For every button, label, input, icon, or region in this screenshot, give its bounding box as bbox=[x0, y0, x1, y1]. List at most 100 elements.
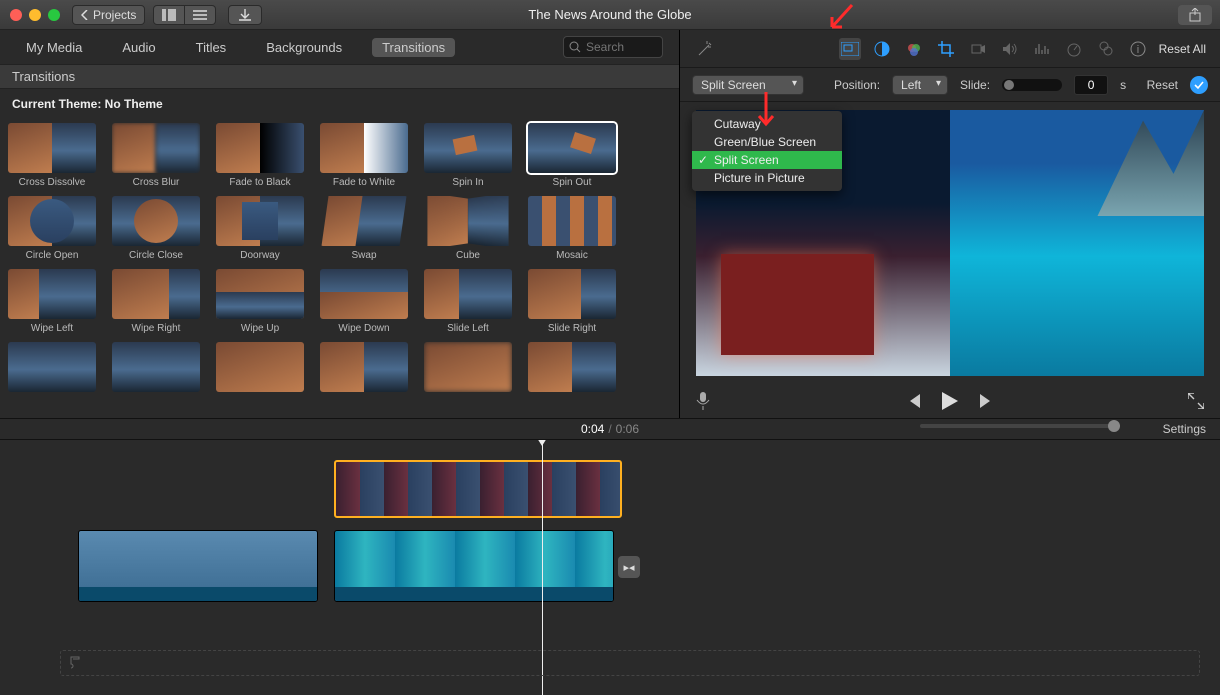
playback-bar bbox=[680, 384, 1220, 418]
title-bar: Projects The News Around the Globe bbox=[0, 0, 1220, 30]
viewer-pane: i Reset All Split Screen Cutaway Green/B… bbox=[680, 30, 1220, 418]
tab-titles[interactable]: Titles bbox=[186, 38, 237, 57]
overlay-mode-dropdown: Cutaway Green/Blue Screen Split Screen P… bbox=[692, 111, 842, 191]
reset-all-button[interactable]: Reset All bbox=[1159, 42, 1206, 56]
transition-item[interactable]: Cube bbox=[424, 196, 512, 261]
transitions-grid: Cross Dissolve Cross Blur Fade to Black … bbox=[0, 119, 679, 418]
share-icon bbox=[1188, 8, 1202, 22]
transition-item[interactable] bbox=[112, 342, 200, 392]
transition-item[interactable]: Circle Open bbox=[8, 196, 96, 261]
transition-item[interactable]: Wipe Up bbox=[216, 269, 304, 334]
browser-subheader: Transitions bbox=[0, 64, 679, 89]
current-time: 0:04 bbox=[581, 422, 604, 436]
overlay-mode-select[interactable]: Split Screen bbox=[692, 75, 804, 95]
tab-backgrounds[interactable]: Backgrounds bbox=[256, 38, 352, 57]
transition-item[interactable] bbox=[528, 342, 616, 392]
color-balance-button[interactable] bbox=[871, 38, 893, 60]
projects-back-button[interactable]: Projects bbox=[72, 5, 145, 25]
volume-button[interactable] bbox=[999, 38, 1021, 60]
expand-icon bbox=[1188, 393, 1204, 409]
slide-value-field[interactable]: 0 bbox=[1074, 75, 1108, 95]
zoom-window-button[interactable] bbox=[48, 9, 60, 21]
timeline-settings-button[interactable]: Settings bbox=[1163, 422, 1206, 436]
tab-audio[interactable]: Audio bbox=[112, 38, 165, 57]
adjustments-toolbar: i Reset All bbox=[680, 30, 1220, 68]
import-button[interactable] bbox=[228, 5, 262, 25]
overlay-clip[interactable] bbox=[334, 460, 622, 518]
filters-button[interactable] bbox=[1095, 38, 1117, 60]
transition-item[interactable]: Fade to Black bbox=[216, 123, 304, 188]
preview-right-half bbox=[950, 110, 1204, 376]
position-label: Position: bbox=[834, 78, 880, 92]
close-window-button[interactable] bbox=[10, 9, 22, 21]
transition-item[interactable]: Fade to White bbox=[320, 123, 408, 188]
timeline-zoom-slider[interactable] bbox=[920, 424, 1120, 428]
transition-item[interactable]: Mosaic bbox=[528, 196, 616, 261]
transition-item[interactable] bbox=[216, 342, 304, 392]
search-field-wrap bbox=[563, 36, 663, 58]
time-display-bar: 0:04 / 0:06 Settings bbox=[0, 418, 1220, 440]
transition-item[interactable]: Slide Right bbox=[528, 269, 616, 334]
voiceover-button[interactable] bbox=[696, 392, 710, 410]
transition-item[interactable]: Doorway bbox=[216, 196, 304, 261]
transition-item[interactable]: Cross Dissolve bbox=[8, 123, 96, 188]
transition-item[interactable]: Wipe Right bbox=[112, 269, 200, 334]
noise-reduction-button[interactable] bbox=[1031, 38, 1053, 60]
position-select[interactable]: Left bbox=[892, 75, 948, 95]
color-correction-button[interactable] bbox=[903, 38, 925, 60]
minimize-window-button[interactable] bbox=[29, 9, 41, 21]
slide-slider[interactable] bbox=[1002, 79, 1062, 91]
dropdown-option-splitscreen[interactable]: Split Screen bbox=[692, 151, 842, 169]
share-button[interactable] bbox=[1178, 5, 1212, 25]
browser-tabs: My Media Audio Titles Backgrounds Transi… bbox=[0, 30, 679, 64]
overlay-reset-button[interactable]: Reset bbox=[1147, 78, 1178, 92]
time-separator: / bbox=[608, 422, 611, 436]
dropdown-option-cutaway[interactable]: Cutaway bbox=[692, 115, 842, 133]
window-controls bbox=[0, 9, 60, 21]
music-note-icon bbox=[67, 656, 81, 670]
dropdown-option-greenscreen[interactable]: Green/Blue Screen bbox=[692, 133, 842, 151]
primary-clip-2[interactable] bbox=[334, 530, 614, 602]
next-clip-button[interactable] bbox=[978, 394, 994, 408]
primary-clip-1[interactable] bbox=[78, 530, 318, 602]
stabilization-button[interactable] bbox=[967, 38, 989, 60]
transition-item[interactable]: Swap bbox=[320, 196, 408, 261]
transition-item[interactable]: Wipe Down bbox=[320, 269, 408, 334]
transition-item[interactable] bbox=[8, 342, 96, 392]
prev-clip-button[interactable] bbox=[906, 394, 922, 408]
play-button[interactable] bbox=[942, 392, 958, 410]
crop-button[interactable] bbox=[935, 38, 957, 60]
dropdown-option-pip[interactable]: Picture in Picture bbox=[692, 169, 842, 187]
transition-item[interactable]: Circle Close bbox=[112, 196, 200, 261]
transition-item[interactable]: Spin Out bbox=[528, 123, 616, 188]
window-title: The News Around the Globe bbox=[528, 7, 691, 22]
audio-track[interactable] bbox=[60, 650, 1200, 676]
enhance-wand-icon[interactable] bbox=[694, 38, 716, 60]
transition-item[interactable] bbox=[424, 342, 512, 392]
transition-item[interactable]: Wipe Left bbox=[8, 269, 96, 334]
slide-unit: s bbox=[1120, 78, 1126, 92]
slide-label: Slide: bbox=[960, 78, 990, 92]
info-button[interactable]: i bbox=[1127, 38, 1149, 60]
transition-item[interactable]: Cross Blur bbox=[112, 123, 200, 188]
timeline[interactable]: ▸◂ bbox=[0, 440, 1220, 695]
total-time: 0:06 bbox=[616, 422, 639, 436]
overlay-controls: Split Screen Cutaway Green/Blue Screen S… bbox=[680, 68, 1220, 102]
video-overlay-button[interactable] bbox=[839, 38, 861, 60]
transition-item[interactable]: Slide Left bbox=[424, 269, 512, 334]
tab-transitions[interactable]: Transitions bbox=[372, 38, 455, 57]
projects-back-label: Projects bbox=[93, 8, 136, 22]
speed-button[interactable] bbox=[1063, 38, 1085, 60]
download-arrow-icon bbox=[239, 9, 251, 21]
layout-segmented-control[interactable] bbox=[153, 5, 216, 25]
tab-my-media[interactable]: My Media bbox=[16, 38, 92, 57]
fullscreen-button[interactable] bbox=[1188, 393, 1204, 409]
media-browser: My Media Audio Titles Backgrounds Transi… bbox=[0, 30, 680, 418]
apply-button[interactable] bbox=[1190, 76, 1208, 94]
transition-item[interactable] bbox=[320, 342, 408, 392]
list-layout-icon[interactable] bbox=[185, 5, 216, 25]
transition-item[interactable]: Spin In bbox=[424, 123, 512, 188]
column-layout-icon[interactable] bbox=[153, 5, 185, 25]
theme-label: Current Theme: No Theme bbox=[0, 89, 679, 119]
transition-handle[interactable]: ▸◂ bbox=[618, 556, 640, 578]
